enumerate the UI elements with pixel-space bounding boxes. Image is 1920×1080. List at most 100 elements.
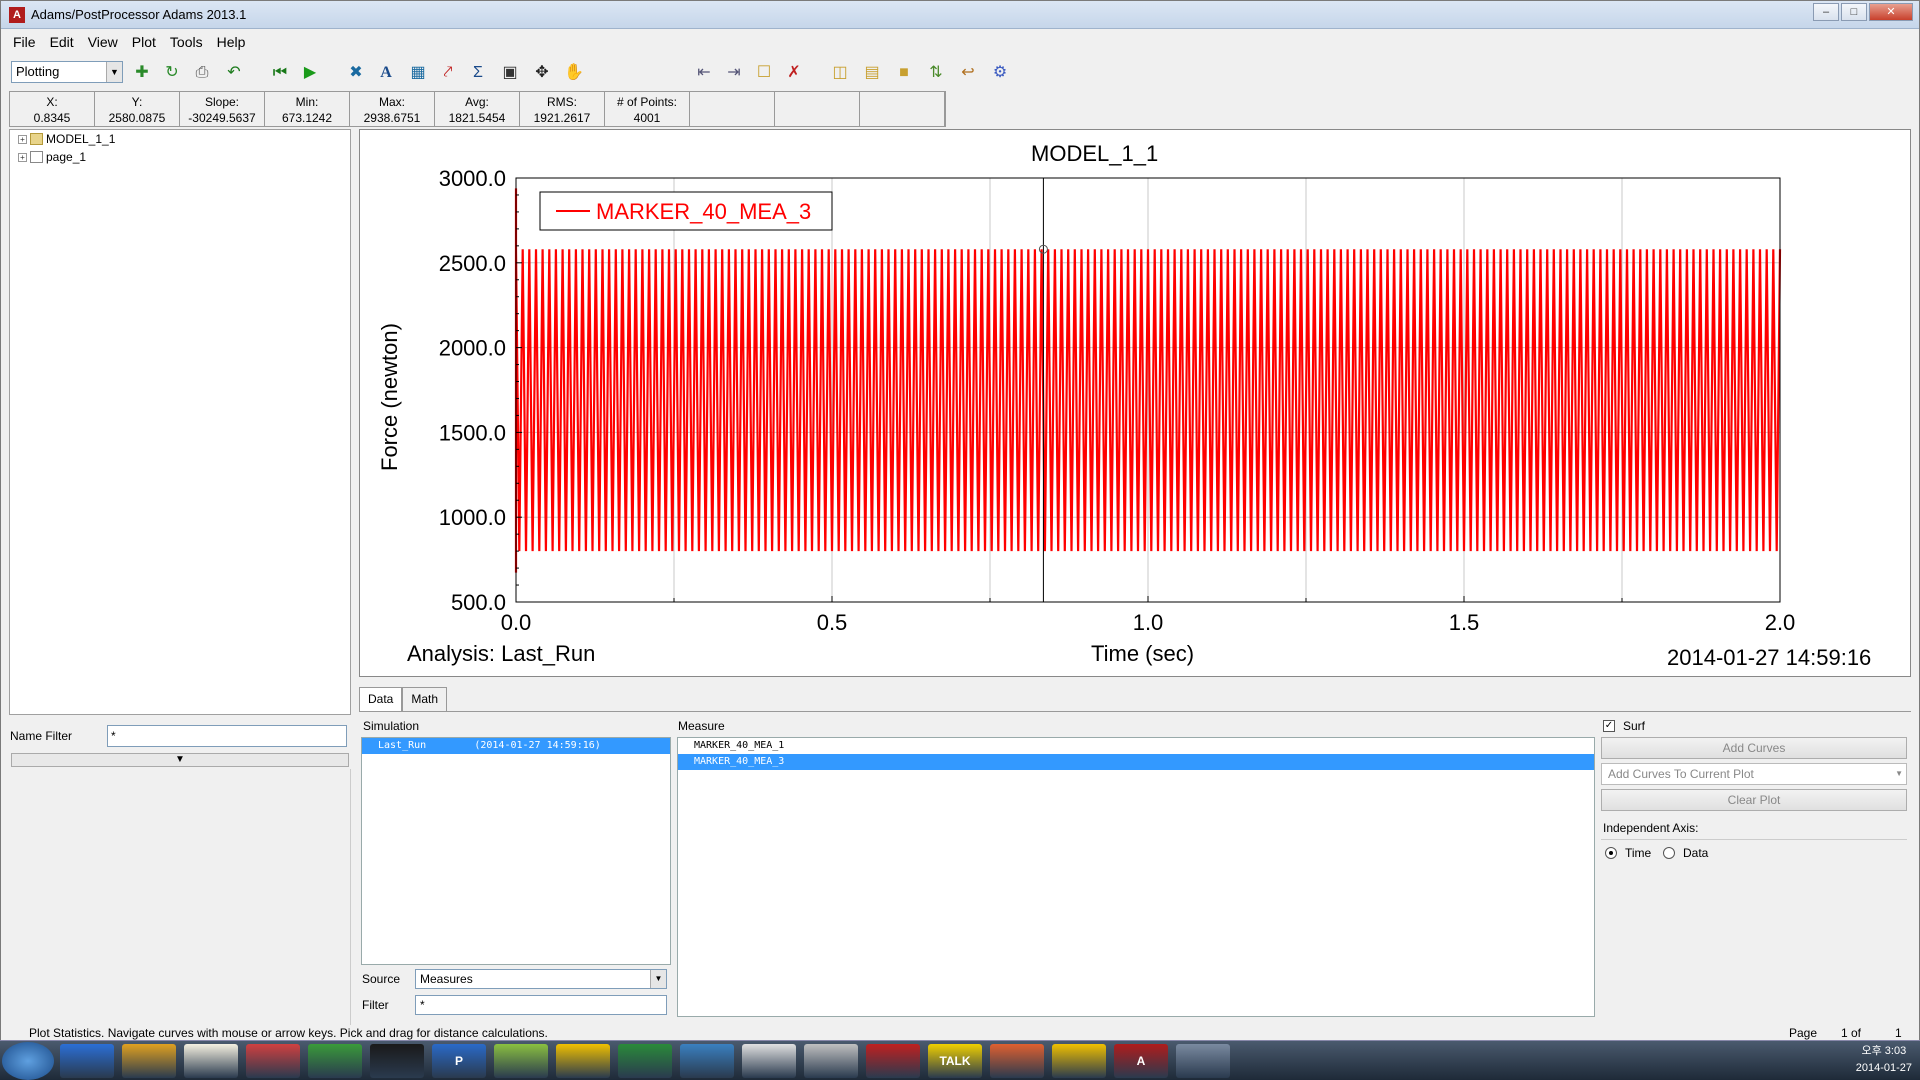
simulation-list[interactable]: Last_Run (2014-01-27 14:59:16) xyxy=(361,737,671,965)
clock-date[interactable]: 2014-01-27 xyxy=(1856,1060,1912,1077)
measure-list[interactable]: MARKER_40_MEA_1 MARKER_40_MEA_3 xyxy=(677,737,1595,1017)
windows-start-icon[interactable] xyxy=(2,1042,54,1080)
curve-icon[interactable]: ⤤ xyxy=(437,62,459,84)
clear-plot-button[interactable]: Clear Plot xyxy=(1601,789,1907,811)
powerpoint-icon[interactable] xyxy=(990,1044,1044,1078)
status-bar: Plot Statistics. Navigate curves with mo… xyxy=(1,1025,1919,1041)
tree-item-page[interactable]: + page_1 xyxy=(18,150,86,164)
import-icon[interactable]: ⇅ xyxy=(925,62,947,84)
analysis-label: Analysis: Last_Run xyxy=(407,641,596,666)
taskbar: 오후 3:03 2014-01-27 P TALK A xyxy=(0,1040,1920,1080)
menu-help[interactable]: Help xyxy=(217,34,246,50)
chevron-down-icon[interactable]: ▼ xyxy=(106,62,122,82)
previous-page-icon[interactable]: ⇤ xyxy=(693,62,715,84)
mode-select[interactable]: Plotting ▼ xyxy=(11,61,123,83)
undo-icon[interactable]: ↶ xyxy=(223,62,245,84)
stat-label: Max: xyxy=(378,95,405,109)
stat-label: X: xyxy=(46,95,58,109)
minimize-button[interactable]: – xyxy=(1813,3,1839,21)
zoom-icon[interactable]: ✖ xyxy=(345,62,367,84)
app-icon[interactable] xyxy=(246,1044,300,1078)
page-label: Page xyxy=(1789,1026,1818,1040)
pan-hand-icon[interactable]: ✋ xyxy=(563,62,585,84)
plot-chart[interactable]: 0.0 0.5 1.0 1.5 2.03000.02500.02000.01500.01… xyxy=(360,130,1912,678)
plot-area[interactable]: 0.0 0.5 1.0 1.5 2.0 3000.0 2500.0 2000.0 1500.0 1… xyxy=(359,129,1911,677)
app-icon[interactable] xyxy=(1176,1044,1230,1078)
data-radio[interactable] xyxy=(1663,847,1675,859)
table-icon[interactable]: ▦ xyxy=(407,62,429,84)
refresh-icon[interactable]: ↻ xyxy=(161,62,183,84)
expand-icon[interactable]: + xyxy=(18,134,27,144)
filter-input[interactable]: * xyxy=(415,995,667,1015)
chevron-down-icon[interactable]: ▼ xyxy=(650,970,666,988)
delete-page-icon[interactable]: ✗ xyxy=(783,62,805,84)
app-icon[interactable] xyxy=(680,1044,734,1078)
name-filter-input[interactable]: * xyxy=(107,725,347,747)
stat-label: Slope: xyxy=(204,95,240,109)
list-item[interactable]: MARKER_40_MEA_1 xyxy=(678,738,1594,754)
next-page-icon[interactable]: ⇥ xyxy=(723,62,745,84)
rewind-icon[interactable]: ⏮ xyxy=(269,62,291,84)
add-curves-button[interactable]: Add Curves xyxy=(1601,737,1907,759)
app-icon[interactable] xyxy=(308,1044,362,1078)
menu-plot[interactable]: Plot xyxy=(132,34,156,50)
layout-icon[interactable]: ◫ xyxy=(829,62,851,84)
stat-value: 1921.2617 xyxy=(533,111,591,125)
export-icon[interactable]: ↩ xyxy=(957,62,979,84)
stat-points: # of Points: 4001 xyxy=(605,92,690,126)
layout-bottom-icon[interactable]: ▤ xyxy=(861,62,883,84)
p-icon[interactable]: P xyxy=(432,1044,486,1078)
app-icon[interactable] xyxy=(804,1044,858,1078)
list-item[interactable]: MARKER_40_MEA_3 xyxy=(678,754,1594,770)
statistics-icon[interactable]: Σ xyxy=(467,62,489,84)
app-icon[interactable] xyxy=(494,1044,548,1078)
stat-label: Avg: xyxy=(465,95,489,109)
stat-value: 0.8345 xyxy=(33,111,71,125)
play-icon[interactable]: ▶ xyxy=(299,62,321,84)
tree-item-label: page_1 xyxy=(46,150,87,164)
stat-label: RMS: xyxy=(547,95,577,109)
add-mode-select[interactable]: Add Curves To Current Plot ▼ xyxy=(1601,763,1907,785)
source-select[interactable]: Measures ▼ xyxy=(415,969,667,989)
surf-checkbox[interactable]: ✓ xyxy=(1603,720,1615,732)
expand-icon[interactable]: + xyxy=(18,152,27,162)
clock-time[interactable]: 오후 3:03 xyxy=(1856,1043,1912,1060)
excel-icon[interactable] xyxy=(618,1044,672,1078)
adams-postprocessor-icon[interactable]: A xyxy=(1114,1044,1168,1078)
tab-data[interactable]: Data xyxy=(359,687,403,711)
app-icon[interactable] xyxy=(742,1044,796,1078)
list-item[interactable]: Last_Run (2014-01-27 14:59:16) xyxy=(362,738,670,754)
autocad-icon[interactable] xyxy=(1052,1044,1106,1078)
tree-view[interactable]: + MODEL_1_1 + page_1 xyxy=(9,129,351,715)
maximize-button[interactable]: □ xyxy=(1841,3,1867,21)
title-bar[interactable]: A Adams/PostProcessor Adams 2013.1 – □ ✕ xyxy=(1,1,1919,29)
adams-icon[interactable] xyxy=(370,1044,424,1078)
record-icon[interactable] xyxy=(866,1044,920,1078)
autocad-icon[interactable] xyxy=(556,1044,610,1078)
stat-empty xyxy=(860,92,945,126)
settings-gear-icon[interactable]: ⚙ xyxy=(989,62,1011,84)
media-icon[interactable] xyxy=(184,1044,238,1078)
menu-file[interactable]: File xyxy=(13,34,36,50)
x-tick-label: 0.5 xyxy=(817,610,848,635)
expand-panel-button[interactable]: ▼ xyxy=(11,753,349,767)
folder-icon[interactable] xyxy=(122,1044,176,1078)
menu-tools[interactable]: Tools xyxy=(170,34,203,50)
text-icon[interactable]: A xyxy=(375,62,397,84)
zoom-box-icon[interactable]: ▣ xyxy=(499,62,521,84)
chevron-down-icon[interactable]: ▼ xyxy=(1895,764,1903,784)
print-icon[interactable]: ⎙ xyxy=(191,62,213,84)
adams-app-icon[interactable]: A xyxy=(9,7,25,23)
close-button[interactable]: ✕ xyxy=(1869,3,1913,21)
menu-edit[interactable]: Edit xyxy=(50,34,74,50)
tree-item-model[interactable]: + MODEL_1_1 xyxy=(18,132,115,146)
tab-math[interactable]: Math xyxy=(402,687,448,711)
new-page-icon-2[interactable]: ☐ xyxy=(753,62,775,84)
ie-icon[interactable] xyxy=(60,1044,114,1078)
new-page-icon[interactable]: ✚ xyxy=(131,62,153,84)
menu-view[interactable]: View xyxy=(88,34,118,50)
time-radio[interactable] xyxy=(1605,847,1617,859)
layout-full-icon[interactable]: ■ xyxy=(893,62,915,84)
talk-icon[interactable]: TALK xyxy=(928,1044,982,1078)
fit-icon[interactable]: ✥ xyxy=(531,62,553,84)
